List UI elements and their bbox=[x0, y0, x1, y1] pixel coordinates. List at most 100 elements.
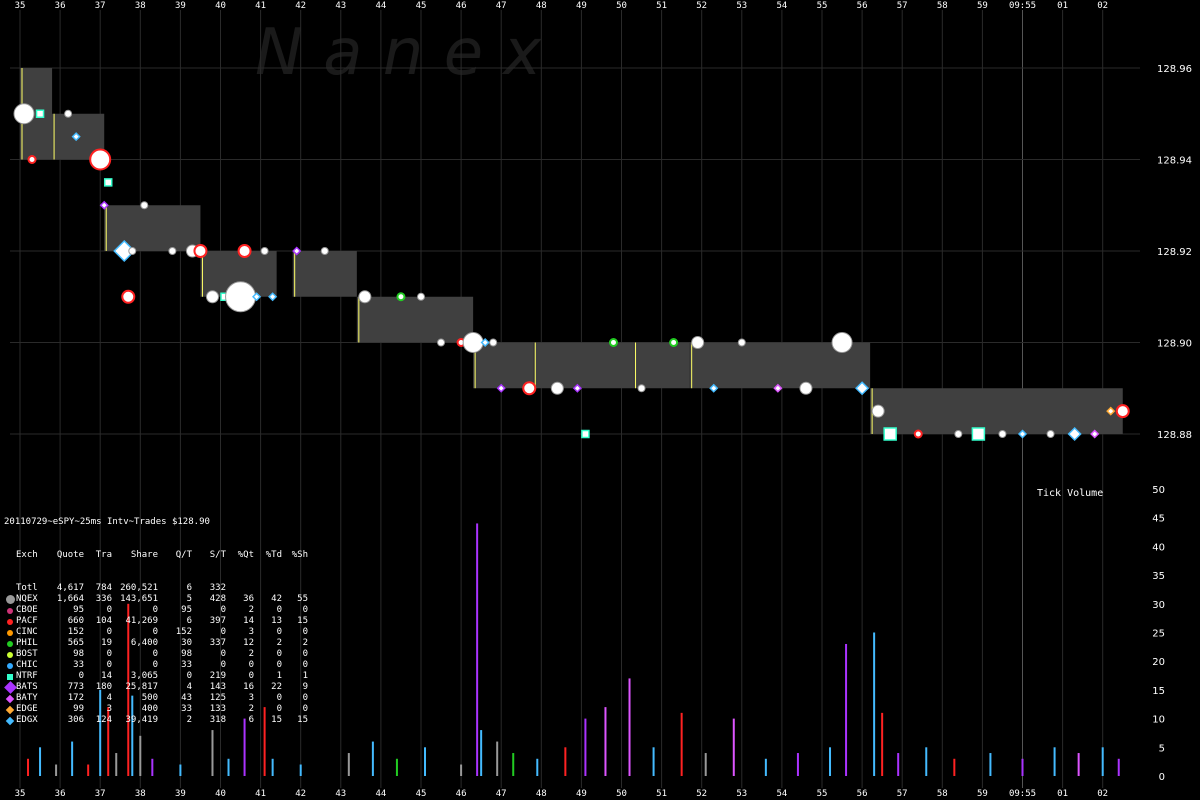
x-tick-label-top: 52 bbox=[696, 1, 707, 11]
trade-marker bbox=[691, 336, 705, 349]
volume-bar bbox=[604, 707, 607, 776]
nbbo-spread-box bbox=[633, 342, 690, 389]
x-tick-label-bottom: 36 bbox=[55, 789, 66, 799]
stats-cell-exch: BATY bbox=[16, 693, 38, 703]
volume-bar bbox=[1101, 747, 1104, 776]
stats-cell-psh: 0 bbox=[302, 704, 308, 714]
stats-cell-qt: 33 bbox=[181, 704, 192, 714]
stats-cell-ptd: 22 bbox=[271, 682, 282, 692]
stats-cell-psh: 0 bbox=[302, 627, 308, 637]
stats-body: Totl 4,617 784 260,521 6 332 NQEX 1,664 336 143,6… bbox=[3, 583, 308, 726]
stats-cell-ptd: 42 bbox=[271, 594, 282, 604]
trade-marker bbox=[35, 109, 45, 118]
stats-cell-qt: 30 bbox=[181, 638, 192, 648]
volume-bar bbox=[680, 712, 683, 776]
stats-cell-st: 332 bbox=[209, 583, 226, 593]
x-tick-label-top: 02 bbox=[1097, 1, 1108, 11]
stats-cell-pqt: 2 bbox=[248, 649, 254, 659]
stats-header-cell: Q/T bbox=[175, 550, 192, 560]
stats-cell-st: 318 bbox=[209, 715, 226, 725]
stats-cell-st: 0 bbox=[220, 660, 226, 670]
trade-marker bbox=[522, 381, 537, 396]
stats-cell-share: 400 bbox=[141, 704, 158, 714]
stats-row-pacf: PACF 660 104 41,269 6 397 14 13 15 bbox=[4, 616, 308, 627]
stats-cell-ptd: 13 bbox=[271, 616, 282, 626]
x-tick-label-bottom: 50 bbox=[616, 789, 627, 799]
stats-cell-share: 0 bbox=[152, 660, 158, 670]
stats-row-totl: Totl 4,617 784 260,521 6 332 bbox=[4, 583, 308, 594]
x-tick-label-top: 56 bbox=[857, 1, 868, 11]
stats-cell-quote: 773 bbox=[67, 682, 84, 692]
x-tick-label-bottom: 43 bbox=[335, 789, 346, 799]
stats-cell-tra: 0 bbox=[106, 649, 112, 659]
volume-bar bbox=[652, 747, 655, 776]
stats-cell-share: 6,400 bbox=[130, 638, 158, 648]
x-tick-label-top: 01 bbox=[1057, 1, 1068, 11]
x-tick-label-top: 42 bbox=[295, 1, 306, 11]
trade-marker bbox=[637, 384, 646, 393]
x-tick-label-bottom: 53 bbox=[736, 789, 747, 799]
price-tick-label: 128.88 bbox=[1157, 430, 1192, 441]
stats-cell-quote: 660 bbox=[67, 616, 84, 626]
stats-cell-exch: PHIL bbox=[16, 638, 38, 648]
exchange-marker-icon bbox=[4, 607, 16, 614]
exchange-marker-icon bbox=[4, 595, 16, 604]
volume-tick-label: 20 bbox=[1152, 657, 1165, 668]
exchange-stats-table: 20110729~eSPY~25ms Intv~Trades $128.90 E… bbox=[3, 495, 308, 748]
stats-header-cell: %Td bbox=[265, 550, 282, 560]
x-tick-label-bottom: 44 bbox=[375, 789, 386, 799]
price-tick-label: 128.90 bbox=[1157, 339, 1192, 350]
stats-cell-ptd: 0 bbox=[276, 649, 282, 659]
trade-marker bbox=[831, 332, 853, 353]
stats-cell-quote: 1,664 bbox=[56, 594, 84, 604]
trade-marker bbox=[998, 430, 1007, 438]
trade-marker bbox=[581, 429, 590, 439]
stats-cell-tra: 3 bbox=[106, 704, 112, 714]
price-tick-label: 128.94 bbox=[1157, 156, 1192, 167]
stats-cell-psh: 0 bbox=[302, 605, 308, 615]
x-tick-label-top: 44 bbox=[375, 1, 386, 11]
stats-cell-psh: 9 bbox=[302, 682, 308, 692]
x-tick-label-bottom: 35 bbox=[15, 789, 26, 799]
stats-cell-quote: 0 bbox=[78, 671, 84, 681]
stats-cell-quote: 172 bbox=[67, 693, 84, 703]
stats-header-cell: S/T bbox=[209, 550, 226, 560]
nbbo-spread-box bbox=[473, 342, 534, 389]
trade-marker bbox=[140, 201, 149, 210]
trade-marker bbox=[64, 109, 73, 118]
nbbo-spread-box bbox=[870, 388, 1123, 434]
x-tick-label-bottom: 45 bbox=[416, 789, 427, 799]
volume-bar bbox=[732, 718, 735, 776]
x-tick-label-top: 43 bbox=[335, 1, 346, 11]
stats-cell-tra: 4 bbox=[106, 693, 112, 703]
trade-marker bbox=[237, 244, 252, 258]
x-tick-label-bottom: 49 bbox=[576, 789, 587, 799]
stats-cell-pqt: 2 bbox=[248, 704, 254, 714]
stats-cell-psh: 55 bbox=[297, 594, 308, 604]
x-tick-label-top: 50 bbox=[616, 1, 627, 11]
stats-cell-tra: 784 bbox=[95, 583, 112, 593]
x-tick-label-top: 59 bbox=[977, 1, 988, 11]
trade-marker bbox=[489, 338, 498, 347]
stats-cell-pqt: 3 bbox=[248, 627, 254, 637]
x-tick-label-bottom: 46 bbox=[456, 789, 467, 799]
stats-cell-st: 143 bbox=[209, 682, 226, 692]
x-tick-label-bottom: 09:55 bbox=[1009, 789, 1036, 799]
volume-bar bbox=[881, 712, 884, 776]
stats-row-edge: EDGE 99 3 400 33 133 2 0 0 bbox=[4, 704, 308, 715]
stats-row-nqex: NQEX 1,664 336 143,651 5 428 36 42 55 bbox=[4, 594, 308, 605]
stats-cell-exch: NTRF bbox=[16, 671, 38, 681]
stats-cell-exch: CBOE bbox=[16, 605, 38, 615]
stats-cell-tra: 336 bbox=[95, 594, 112, 604]
trade-marker bbox=[128, 247, 137, 255]
x-tick-label-bottom: 47 bbox=[496, 789, 507, 799]
x-tick-label-top: 40 bbox=[215, 1, 226, 11]
stats-cell-st: 0 bbox=[220, 649, 226, 659]
volume-bar bbox=[476, 523, 479, 776]
volume-bar bbox=[1117, 758, 1120, 776]
volume-tick-label: 15 bbox=[1152, 686, 1165, 697]
exchange-marker-icon bbox=[4, 618, 16, 625]
stats-cell-pqt: 0 bbox=[248, 671, 254, 681]
exchange-marker-icon bbox=[4, 651, 16, 658]
stats-row-baty: BATY 172 4 500 43 125 3 0 0 bbox=[4, 693, 308, 704]
